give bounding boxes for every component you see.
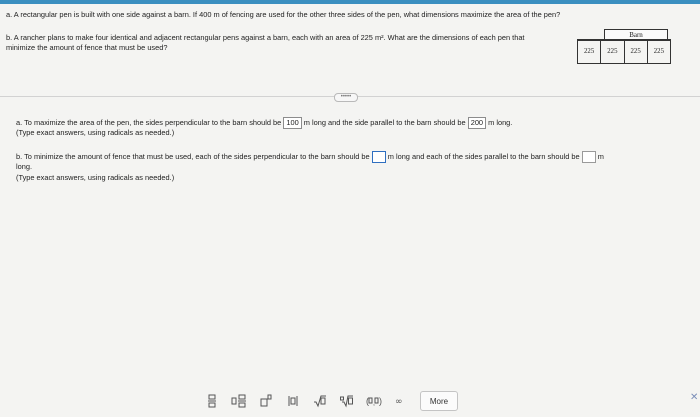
answer-a-perpendicular-input[interactable]: 100 bbox=[283, 117, 302, 129]
svg-text:∞: ∞ bbox=[395, 397, 403, 407]
nth-root-icon[interactable] bbox=[335, 390, 358, 412]
pen-area-label: 225 bbox=[584, 48, 595, 55]
answer-a-note: (Type exact answers, using radicals as n… bbox=[16, 128, 175, 137]
answer-a-prefix: a. To maximize the area of the pen, the … bbox=[16, 117, 282, 127]
answer-a-mid: m long and the side parallel to the barn… bbox=[303, 117, 466, 127]
fraction-icon[interactable] bbox=[200, 390, 223, 412]
ordered-pair-icon[interactable]: (,) bbox=[362, 390, 385, 412]
pen-area-label: 225 bbox=[600, 41, 623, 63]
answer-a-suffix: m long. bbox=[488, 117, 513, 127]
answer-b-suffix: long. bbox=[16, 162, 33, 171]
sqrt-icon[interactable] bbox=[308, 390, 331, 412]
top-accent-bar bbox=[0, 0, 700, 4]
absolute-value-icon[interactable] bbox=[281, 390, 304, 412]
question-b-text: b. A rancher plans to make four identica… bbox=[6, 33, 525, 52]
answer-b-mid: m long and each of the sides parallel to… bbox=[387, 151, 580, 161]
infinity-icon[interactable]: ∞ bbox=[389, 390, 412, 412]
svg-text:): ) bbox=[379, 396, 382, 406]
answer-b-note: (Type exact answers, using radicals as n… bbox=[16, 173, 175, 182]
pens-row: 225 225 225 225 bbox=[577, 39, 671, 64]
mixed-number-icon[interactable] bbox=[227, 390, 250, 412]
answer-b-prefix: b. To minimize the amount of fence that … bbox=[16, 151, 370, 161]
answer-b-perpendicular-input[interactable] bbox=[371, 151, 386, 163]
more-button[interactable]: More bbox=[420, 391, 458, 411]
answer-b-line: b. To minimize the amount of fence that … bbox=[16, 151, 604, 163]
math-toolbar: (,) ∞ More bbox=[200, 388, 462, 414]
exponent-icon[interactable] bbox=[254, 390, 277, 412]
answer-b-parallel-input[interactable] bbox=[581, 151, 596, 163]
close-icon[interactable]: ✕ bbox=[690, 392, 698, 403]
pen-area-label: 225 bbox=[623, 41, 647, 63]
answer-a-parallel-input[interactable]: 200 bbox=[467, 117, 487, 129]
answer-b-unit: m bbox=[597, 151, 604, 161]
pen-area-label: 225 bbox=[646, 41, 670, 63]
question-a-text: a. A rectangular pen is built with one s… bbox=[6, 10, 561, 19]
expand-toggle-button[interactable]: ••••• bbox=[334, 93, 358, 102]
